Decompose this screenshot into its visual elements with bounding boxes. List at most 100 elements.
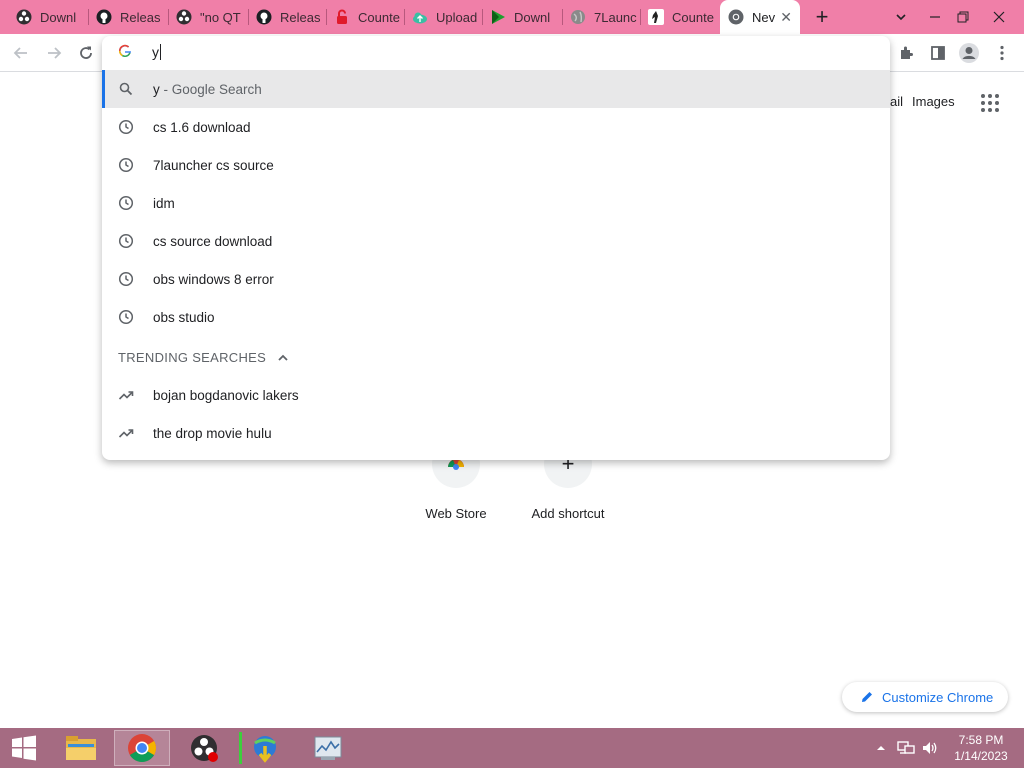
tab-github-release-2[interactable]: Releas [248,0,326,34]
clock-time: 7:58 PM [958,733,1004,747]
google-apps-icon[interactable] [981,94,999,112]
google-g-icon [118,44,132,61]
suggestion-suffix: - Google Search [159,81,262,97]
suggestion-text: cs 1.6 download [153,119,251,135]
suggestion-history[interactable]: idm [102,184,890,222]
window-close-button[interactable] [982,0,1016,34]
globe-icon [570,9,586,25]
unlock-icon [334,9,350,25]
history-clock-icon [118,271,134,287]
reload-button[interactable] [73,40,99,66]
trending-up-icon [118,425,134,441]
tab-strip: Downl Releas "no QT Releas Counte Upload [0,0,1024,34]
suggestion-text: 7launcher cs source [153,157,274,173]
taskbar-chrome[interactable] [114,730,170,766]
taskbar-obs[interactable] [176,730,232,766]
suggestion-history[interactable]: obs studio [102,298,890,336]
suggestion-history[interactable]: obs windows 8 error [102,260,890,298]
suggestion-text: obs windows 8 error [153,271,274,287]
suggestion-text: cs source download [153,233,273,249]
customize-chrome-button[interactable]: Customize Chrome [842,682,1008,712]
suggestion-text: y [153,81,160,97]
github-icon [256,9,272,25]
active-indicator [239,732,242,764]
suggestion-text: idm [153,195,175,211]
suggestion-history[interactable]: cs source download [102,222,890,260]
suggestion-history[interactable]: 7launcher cs source [102,146,890,184]
task-manager-icon [314,736,342,760]
history-clock-icon [118,157,134,173]
chevron-up-icon [877,746,885,750]
trending-header-label: TRENDING SEARCHES [118,350,267,365]
suggestion-trending[interactable]: bojan bogdanovic lakers [102,376,890,414]
show-hidden-icons[interactable] [876,728,886,768]
folder-icon [66,736,96,760]
suggestion-text: the drop movie hulu [153,425,272,441]
suggestion-text: obs studio [153,309,215,325]
chrome-icon [728,9,744,25]
tab-download-2[interactable]: Downl [482,0,562,34]
network-icon[interactable] [897,728,915,768]
history-clock-icon [118,309,134,325]
github-icon [96,9,112,25]
tab-title: Releas [120,9,161,25]
tab-new-tab[interactable]: Nev ✕ [720,0,800,34]
forward-button[interactable] [41,40,67,66]
images-link[interactable]: Images [912,94,955,109]
more-menu-icon[interactable] [990,41,1014,65]
shortcut-label: Add shortcut [531,506,605,521]
suggestion-trending[interactable]: the drop movie hulu [102,414,890,452]
tab-counter-1[interactable]: Counte [326,0,404,34]
shortcut-label: Web Store [425,506,487,521]
download-manager-icon [254,736,276,763]
clock-date: 1/14/2023 [954,749,1008,763]
side-panel-icon[interactable] [926,41,950,65]
suggestion-history[interactable]: cs 1.6 download [102,108,890,146]
obs-icon [191,735,218,762]
start-button[interactable] [0,728,48,768]
suggestion-text: bojan bogdanovic lakers [153,387,299,403]
tab-title: Downl [514,9,551,25]
taskbar-task-manager[interactable] [300,730,356,766]
tab-obs-download[interactable]: Downl [8,0,88,34]
volume-icon[interactable] [921,728,939,768]
restore-button[interactable] [946,0,980,34]
history-clock-icon [118,119,134,135]
tab-7launcher[interactable]: 7Launc [562,0,640,34]
taskbar: 7:58 PM 1/14/2023 [0,728,1024,768]
play-arrow-icon [490,9,506,25]
trending-up-icon [118,387,134,403]
chevron-up-icon[interactable] [276,351,290,365]
tab-title: Counte [672,9,714,25]
customize-label: Customize Chrome [882,689,994,705]
taskbar-idm[interactable] [237,730,293,766]
trending-searches-header[interactable]: TRENDING SEARCHES [118,350,290,365]
tab-title: Releas [280,9,321,25]
tab-title: 7Launc [594,9,637,25]
omnibox[interactable]: y [102,36,890,68]
system-clock[interactable]: 7:58 PM 1/14/2023 [950,732,1012,764]
omnibox-dropdown: y y - Google Search cs 1.6 download 7lau… [102,36,890,460]
tab-obs-no-qt[interactable]: "no QT [168,0,248,34]
tab-title: Upload [436,9,478,25]
tab-counter-2[interactable]: Counte [640,0,718,34]
tab-title: Counte [358,9,400,25]
extensions-icon[interactable] [894,41,918,65]
back-button[interactable] [8,40,34,66]
close-icon[interactable]: ✕ [780,9,792,26]
tab-upload[interactable]: Upload [404,0,482,34]
tab-title: Nev [752,9,776,25]
tab-title: Downl [40,9,77,25]
taskbar-file-explorer[interactable] [53,730,109,766]
cs-icon [648,9,664,25]
suggestion-google-search[interactable]: y - Google Search [102,70,890,108]
tab-title: "no QT [200,9,241,25]
history-clock-icon [118,195,134,211]
new-tab-button[interactable]: + [808,3,836,31]
tab-search-chevron-icon[interactable] [884,0,918,34]
pencil-icon [862,692,872,702]
omnibox-input[interactable]: y [152,44,161,60]
gmail-link[interactable]: ail [890,94,903,109]
tab-github-release[interactable]: Releas [88,0,168,34]
profile-avatar-icon[interactable] [957,41,981,65]
